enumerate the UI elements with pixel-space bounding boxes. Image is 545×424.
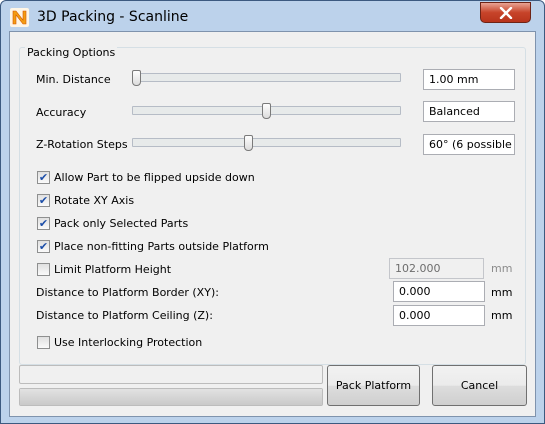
limit-height-checkbox[interactable]: ✔ <box>37 262 50 276</box>
limit-height-checkbox-label: Limit Platform Height <box>54 262 172 276</box>
checkmark-icon: ✔ <box>38 216 49 230</box>
rotate-xy-checkbox-label: Rotate XY Axis <box>54 193 135 207</box>
title-bar[interactable]: 3D Packing - Scanline <box>1 1 544 35</box>
checkmark-icon: ✔ <box>38 239 49 253</box>
limit-height-checkbox-row[interactable]: ✔ Limit Platform Height <box>37 261 171 277</box>
close-icon <box>499 6 512 19</box>
group-title: Packing Options <box>25 46 118 59</box>
outside-checkbox[interactable]: ✔ <box>37 239 50 253</box>
dialog-window: 3D Packing - Scanline Packing Options Mi… <box>0 0 545 424</box>
selected-only-checkbox-label: Pack only Selected Parts <box>54 216 189 230</box>
z-rotation-slider-track[interactable] <box>132 138 401 147</box>
ceiling-distance-field[interactable]: 0.000 <box>393 305 485 326</box>
limit-height-field[interactable]: 102.000 <box>389 258 484 279</box>
outside-checkbox-label: Place non-fitting Parts outside Platform <box>54 239 269 253</box>
window-title: 3D Packing - Scanline <box>37 9 189 25</box>
border-distance-label: Distance to Platform Border (XY): <box>36 286 219 299</box>
flip-checkbox[interactable]: ✔ <box>37 170 50 184</box>
rotate-xy-checkbox-row[interactable]: ✔ Rotate XY Axis <box>37 192 134 208</box>
accuracy-value: Balanced <box>423 101 515 122</box>
ceiling-distance-label: Distance to Platform Ceiling (Z): <box>36 309 213 322</box>
border-distance-unit: mm <box>491 286 513 299</box>
rotate-xy-checkbox[interactable]: ✔ <box>37 193 50 207</box>
selected-only-checkbox[interactable]: ✔ <box>37 216 50 230</box>
flip-checkbox-label: Allow Part to be flipped upside down <box>54 170 255 184</box>
interlocking-checkbox-label: Use Interlocking Protection <box>54 335 203 349</box>
app-logo-icon <box>10 8 29 27</box>
progress-fill <box>20 389 322 405</box>
z-rotation-value: 60° (6 possible Or <box>423 134 515 155</box>
pack-platform-button[interactable]: Pack Platform <box>327 365 420 406</box>
border-distance-field[interactable]: 0.000 <box>393 281 485 302</box>
ceiling-distance-unit: mm <box>491 309 513 322</box>
flip-checkbox-row[interactable]: ✔ Allow Part to be flipped upside down <box>37 169 255 185</box>
progress-bar <box>19 388 323 406</box>
accuracy-label: Accuracy <box>36 106 87 119</box>
min-distance-slider-thumb[interactable] <box>132 70 141 86</box>
min-distance-value: 1.00 mm <box>423 69 515 90</box>
cancel-button[interactable]: Cancel <box>432 365 527 406</box>
interlocking-checkbox-row[interactable]: ✔ Use Interlocking Protection <box>37 334 202 350</box>
z-rotation-label: Z-Rotation Steps <box>36 138 128 151</box>
interlocking-checkbox[interactable]: ✔ <box>37 335 50 349</box>
status-field <box>19 365 323 384</box>
selected-only-checkbox-row[interactable]: ✔ Pack only Selected Parts <box>37 215 188 231</box>
checkmark-icon: ✔ <box>38 170 49 184</box>
z-rotation-slider-thumb[interactable] <box>243 135 253 151</box>
min-distance-label: Min. Distance <box>36 73 111 86</box>
min-distance-slider-track[interactable] <box>132 73 401 82</box>
accuracy-slider-thumb[interactable] <box>262 103 271 119</box>
outside-checkbox-row[interactable]: ✔ Place non-fitting Parts outside Platfo… <box>37 238 269 254</box>
checkmark-icon: ✔ <box>38 193 49 207</box>
close-button[interactable] <box>480 2 531 23</box>
dialog-body: Packing Options Min. Distance 1.00 mm Ac… <box>9 31 536 417</box>
limit-height-unit: mm <box>491 262 513 275</box>
